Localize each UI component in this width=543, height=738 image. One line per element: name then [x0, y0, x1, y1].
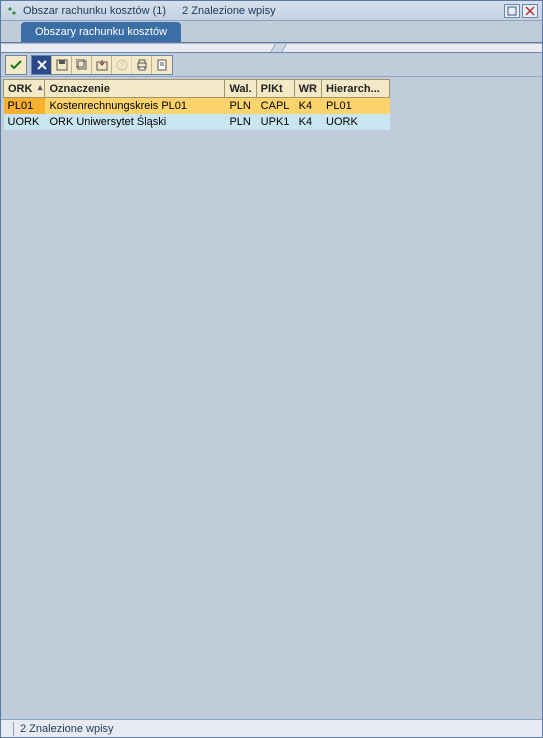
table-header-row: ORK Oznaczenie Wal. PlKt WR Hierarch...	[4, 80, 390, 98]
window-icon	[5, 4, 19, 18]
close-button[interactable]	[522, 4, 538, 18]
status-bar: 2 Znalezione wpisy	[1, 719, 542, 737]
table-row[interactable]: UORK ORK Uniwersytet Śląski PLN UPK1 K4 …	[4, 114, 390, 130]
tab-controlling-areas[interactable]: Obszary rachunku kosztów	[21, 22, 181, 42]
col-wr[interactable]: WR	[294, 80, 321, 98]
help-icon: ?	[112, 56, 132, 74]
svg-text:?: ?	[119, 61, 124, 70]
titlebar: Obszar rachunku kosztów (1) 2 Znalezione…	[1, 1, 542, 21]
cell-plkt: UPK1	[256, 114, 294, 130]
cell-wr: K4	[294, 98, 321, 114]
cell-ork: PL01	[4, 98, 45, 114]
tab-bar: Obszary rachunku kosztów	[1, 21, 542, 43]
table-row[interactable]: PL01 Kostenrechnungskreis PL01 PLN CAPL …	[4, 98, 390, 114]
cell-wr: K4	[294, 114, 321, 130]
col-plkt[interactable]: PlKt	[256, 80, 294, 98]
window-title: Obszar rachunku kosztów (1)	[23, 5, 166, 17]
confirm-button[interactable]	[6, 56, 26, 74]
col-ork[interactable]: ORK	[4, 80, 45, 98]
window-subtitle: 2 Znalezione wpisy	[182, 5, 276, 17]
cell-wal: PLN	[225, 98, 256, 114]
toolbar: ?	[1, 53, 542, 77]
cancel-button[interactable]	[32, 56, 52, 74]
cell-oznaczenie: Kostenrechnungskreis PL01	[45, 98, 225, 114]
status-divider	[13, 722, 14, 736]
export-icon[interactable]	[92, 56, 112, 74]
cell-hier: UORK	[322, 114, 390, 130]
results-table: ORK Oznaczenie Wal. PlKt WR Hierarch... …	[3, 79, 540, 130]
cell-oznaczenie: ORK Uniwersytet Śląski	[45, 114, 225, 130]
document-icon[interactable]	[152, 56, 172, 74]
cell-ork: UORK	[4, 114, 45, 130]
save-icon[interactable]	[52, 56, 72, 74]
minimize-button[interactable]	[504, 4, 520, 18]
cell-plkt: CAPL	[256, 98, 294, 114]
save-all-icon[interactable]	[72, 56, 92, 74]
col-hierarch[interactable]: Hierarch...	[322, 80, 390, 98]
print-icon[interactable]	[132, 56, 152, 74]
content-area: ORK Oznaczenie Wal. PlKt WR Hierarch... …	[1, 77, 542, 719]
col-wal[interactable]: Wal.	[225, 80, 256, 98]
ruler-strip	[1, 43, 542, 53]
cell-hier: PL01	[322, 98, 390, 114]
cell-wal: PLN	[225, 114, 256, 130]
col-oznaczenie[interactable]: Oznaczenie	[45, 80, 225, 98]
status-text: 2 Znalezione wpisy	[20, 723, 114, 735]
